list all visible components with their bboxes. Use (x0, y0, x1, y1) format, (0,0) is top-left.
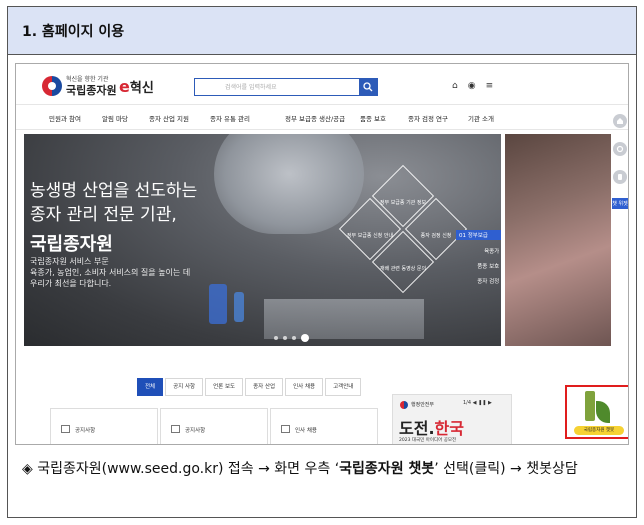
promo-banner[interactable]: 행정안전부 1/4 ◀ ❚❚ ▶ 도전.한국 2023 대국민 아이디어 공모전 (392, 394, 512, 444)
notice-card[interactable]: 공지사항 (160, 408, 268, 444)
logo-name[interactable]: 국립종자원 (66, 82, 117, 98)
e-hyeoksin-logo: e혁신 (119, 77, 154, 96)
notice-card[interactable]: 인사 채용 (270, 408, 378, 444)
chatbot-label: 국립종자원 챗봇 (574, 426, 624, 435)
instruction-caption: ◈ 국립종자원(www.seed.go.kr) 접속 → 화면 우측 ‘국립종자… (22, 461, 578, 477)
nav-item[interactable]: 종자 검정 연구 (408, 113, 448, 123)
tab-press[interactable]: 언론 보도 (205, 378, 244, 396)
nav-item[interactable]: 기관 소개 (468, 113, 494, 123)
slide-list-item[interactable]: 육종가 02 (456, 247, 501, 255)
document-icon (281, 425, 290, 433)
nav-item[interactable]: 정부 보급종 생산/공급 (285, 113, 345, 123)
phone-icon[interactable] (613, 170, 627, 184)
document-icon (171, 425, 180, 433)
hero-headline-1: 농생명 산업을 선도하는 (30, 181, 198, 201)
hero-headline-3: 국립종자원 (30, 234, 113, 255)
home-icon[interactable] (613, 114, 627, 128)
banner-headline: 도전.한국 (399, 419, 464, 438)
slide-list: 01 정부보급 육종가 02 품종 보호 03 종자 검정 04 (456, 230, 501, 292)
slide-list-item[interactable]: 품종 보호 03 (456, 262, 501, 270)
section-header: 1. 홈페이지 이용 (8, 7, 636, 55)
homepage-screenshot: 혁신을 향한 기관 국립종자원 e혁신 ⌂ ◉ ≡ 민원과 참여 알림 마당 종… (15, 63, 629, 445)
site-topbar: 혁신을 향한 기관 국립종자원 e혁신 ⌂ ◉ ≡ (16, 64, 628, 104)
government-emblem-icon (42, 76, 62, 96)
tab-seed-industry[interactable]: 종자 산업 (245, 378, 284, 396)
chat-widget-tag[interactable]: 챗 위젯 (612, 198, 628, 209)
play-icon[interactable] (301, 334, 309, 342)
notice-card[interactable]: 공지사항 (50, 408, 158, 444)
slide-indicators (274, 334, 309, 342)
tab-notice[interactable]: 공지 사항 (165, 378, 204, 396)
section-title: 1. 홈페이지 이용 (22, 23, 125, 40)
nav-item[interactable]: 종자 산업 지원 (149, 113, 189, 123)
hero-desc-2: 육종가, 농업인, 소비자 서비스의 질을 높이는 데 (30, 268, 191, 277)
gear-icon[interactable] (613, 142, 627, 156)
side-quick-rail: 챗 위젯 (612, 108, 628, 258)
search-icon (363, 82, 373, 92)
menu-icon[interactable]: ≡ (486, 81, 494, 91)
hero-banner: 농생명 산업을 선도하는 종자 관리 전문 기관, 국립종자원 국립종자원 서비… (24, 134, 501, 346)
search-input[interactable] (195, 79, 359, 95)
top-icons: ⌂ ◉ ≡ (452, 81, 493, 91)
search-button[interactable] (359, 79, 377, 95)
tab-recruit[interactable]: 인사 채용 (285, 378, 324, 396)
nav-item[interactable]: 민원과 참여 (49, 113, 81, 123)
hero-headline-2: 종자 관리 전문 기관, (30, 205, 177, 225)
slide-list-item[interactable]: 종자 검정 04 (456, 277, 501, 285)
tab-customer[interactable]: 고객안내 (325, 378, 362, 396)
document-box: 1. 홈페이지 이용 혁신을 향한 기관 국립종자원 e혁신 ⌂ ◉ ≡ 민원과… (7, 6, 637, 518)
slide-dot[interactable] (283, 336, 287, 340)
nav-item[interactable]: 종자 유통 관리 (210, 113, 250, 123)
slide-dot[interactable] (274, 336, 278, 340)
slide-dot[interactable] (292, 336, 296, 340)
main-nav: 민원과 참여 알림 마당 종자 산업 지원 종자 유통 관리 정부 보급종 생산… (16, 104, 628, 130)
tab-all[interactable]: 전체 (137, 378, 164, 396)
banner-controls[interactable]: 1/4 ◀ ❚❚ ▶ (463, 400, 492, 406)
nav-item[interactable]: 품종 보호 (360, 113, 386, 123)
notice-tabs: 전체 공지 사항 언론 보도 종자 산업 인사 채용 고객안내 (137, 378, 363, 396)
hero-desc-3: 우리가 최선을 다합니다. (30, 279, 112, 288)
hero-desc-1: 국립종자원 서비스 부문 (30, 257, 109, 266)
side-photo (505, 134, 611, 346)
document-icon (61, 425, 70, 433)
site-search (194, 78, 378, 96)
nav-item[interactable]: 알림 마당 (102, 113, 128, 123)
seed-leaf-icon (585, 391, 595, 421)
government-emblem-icon (400, 401, 408, 409)
chatbot-button[interactable]: 국립종자원 챗봇 (565, 385, 628, 439)
home-icon[interactable]: ⌂ (452, 81, 458, 91)
slide-list-item[interactable]: 01 정부보급 (456, 230, 501, 240)
globe-icon[interactable]: ◉ (468, 81, 476, 91)
